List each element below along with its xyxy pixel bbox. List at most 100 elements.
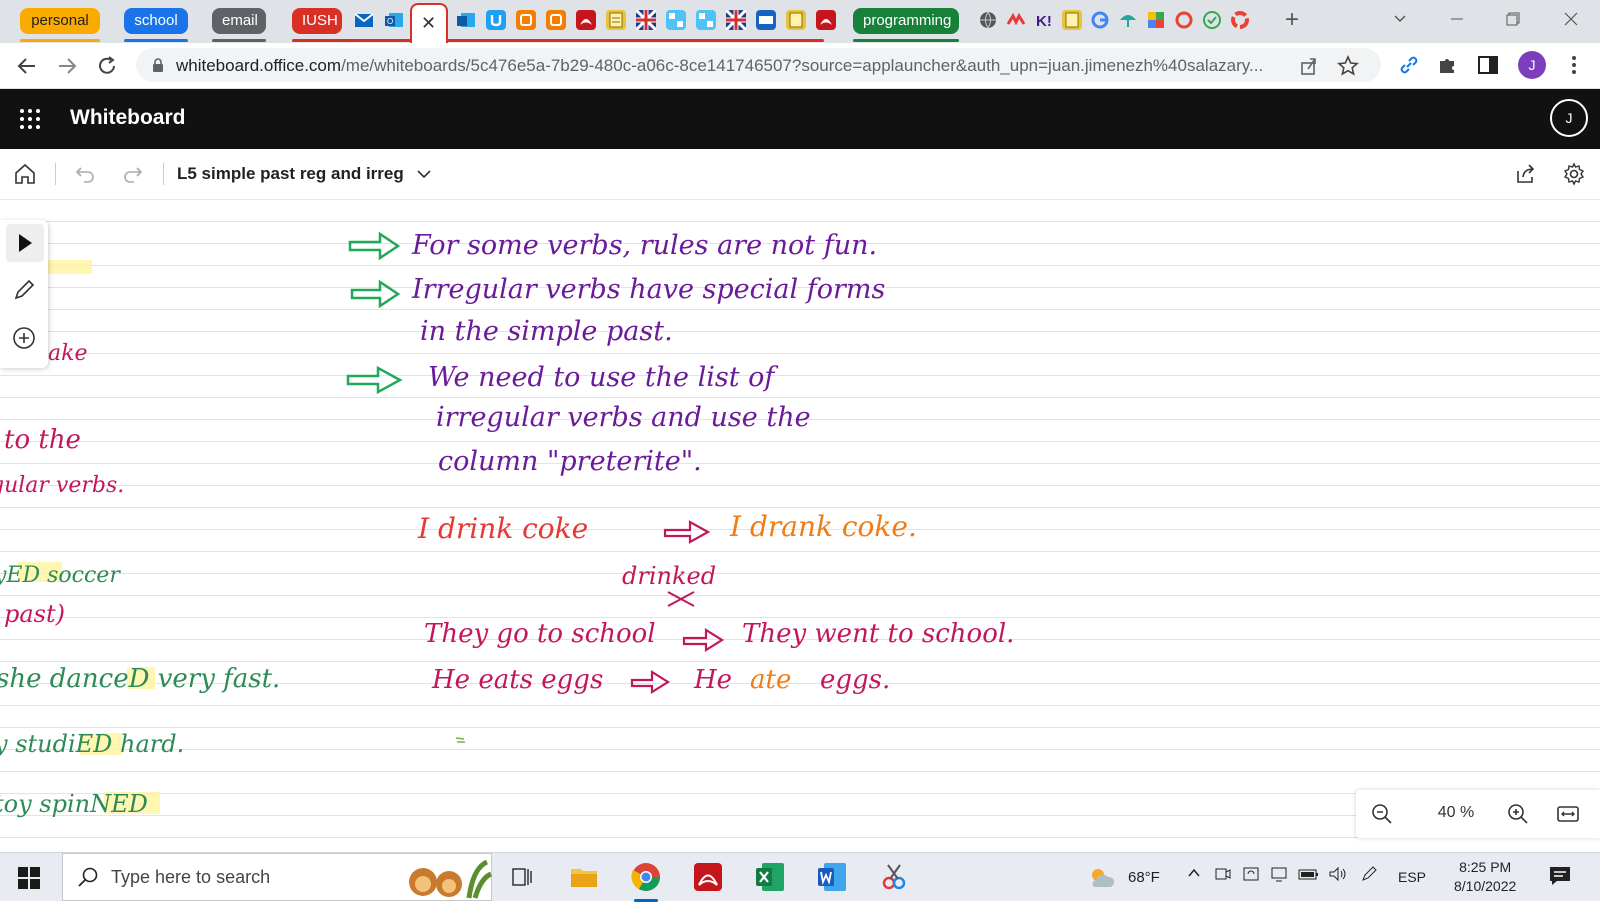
tab-favicon-outlook-icon[interactable]: O [384, 10, 404, 30]
ink-line-4: We need to use the list of [428, 362, 778, 393]
ink-left-line-4: yED soccer [0, 563, 121, 588]
tab-favicon-grid-icon[interactable] [666, 10, 686, 30]
tab-favicon-classroom-icon[interactable] [1146, 10, 1166, 30]
bookmark-star-icon[interactable] [1337, 55, 1359, 77]
tab-group-school[interactable]: school [124, 8, 188, 34]
redo-icon[interactable] [121, 162, 145, 186]
extensions-puzzle-icon[interactable] [1436, 53, 1460, 77]
lock-icon[interactable] [150, 57, 166, 73]
taskbar-search[interactable]: Type here to search [62, 853, 493, 901]
side-panel-icon[interactable] [1476, 53, 1500, 77]
clock[interactable]: 8:25 PM 8/10/2022 [1454, 858, 1516, 896]
ink-left-line-7: y studiED hard. [0, 730, 184, 758]
zoom-level[interactable]: 40 % [1426, 804, 1486, 822]
snipping-tool-icon[interactable] [878, 861, 910, 893]
share-icon[interactable] [1298, 55, 1320, 77]
sync-icon[interactable] [1242, 865, 1260, 887]
app-header: Whiteboard J [0, 89, 1600, 149]
zoom-in-icon[interactable] [1506, 802, 1530, 826]
tab-search-icon[interactable] [1385, 8, 1415, 32]
tab-favicon-notes-icon[interactable] [786, 10, 806, 30]
zoom-out-icon[interactable] [1370, 802, 1394, 826]
weather-icon[interactable] [1086, 863, 1116, 891]
volume-icon[interactable] [1328, 865, 1348, 887]
profile-avatar[interactable]: J [1518, 51, 1546, 79]
tab-favicon-uk-flag-icon[interactable] [726, 10, 746, 30]
pen-input-icon[interactable] [1360, 865, 1378, 887]
address-bar[interactable]: whiteboard.office.com/me/whiteboards/5c4… [136, 48, 1381, 82]
chrome-menu-icon[interactable] [1562, 53, 1586, 77]
tab-favicon-e4u-icon[interactable] [756, 10, 776, 30]
add-content-tool[interactable] [10, 324, 38, 352]
tab-favicon-blogger-icon[interactable] [546, 10, 566, 30]
tab-favicon-uk-flag-icon[interactable] [636, 10, 656, 30]
board-title[interactable]: L5 simple past reg and irreg [177, 164, 404, 184]
tab-favicon-blogger-icon[interactable] [516, 10, 536, 30]
pen-tool[interactable] [10, 276, 38, 304]
svg-text:K!: K! [1036, 13, 1052, 30]
excel-icon[interactable] [754, 861, 786, 893]
tab-favicon-u-icon[interactable] [486, 10, 506, 30]
close-icon[interactable]: ✕ [421, 13, 436, 34]
forward-icon[interactable] [54, 53, 80, 79]
tab-favicon-outlook-icon[interactable] [456, 10, 476, 30]
weather-temperature[interactable]: 68°F [1128, 869, 1160, 886]
tab-group-programming[interactable]: programming [853, 8, 959, 34]
app-launcher-icon[interactable] [18, 107, 42, 131]
ink-example-2-left: They go to school [424, 619, 656, 649]
new-tab-button[interactable]: + [1277, 8, 1307, 32]
settings-gear-icon[interactable] [1562, 162, 1586, 186]
task-view-icon[interactable] [506, 861, 538, 893]
url-text[interactable]: whiteboard.office.com/me/whiteboards/5c4… [176, 56, 1286, 76]
tab-favicon-google-icon[interactable] [1090, 10, 1110, 30]
windows-start-icon[interactable] [18, 867, 40, 889]
chevron-down-icon[interactable] [412, 162, 436, 186]
word-icon[interactable] [816, 861, 848, 893]
ink-line-6: column "preterite". [438, 446, 702, 477]
notifications-icon[interactable] [1548, 865, 1572, 891]
tab-group-personal[interactable]: personal [20, 8, 100, 34]
tab-group-iush[interactable]: IUSH [292, 8, 342, 34]
chrome-taskbar-icon[interactable] [630, 861, 662, 902]
tab-favicon-grid-icon[interactable] [696, 10, 716, 30]
meet-icon[interactable] [1214, 865, 1232, 887]
display-icon[interactable] [1270, 865, 1288, 887]
undo-icon[interactable] [73, 162, 97, 186]
tab-group-email[interactable]: email [212, 8, 266, 34]
ink-example-1-right: I drank coke. [729, 510, 917, 543]
close-window-icon[interactable] [1556, 8, 1586, 32]
browser-tab-strip: personal school email IUSH O ✕ programmi… [0, 0, 1600, 43]
reload-icon[interactable] [94, 53, 120, 79]
file-explorer-icon[interactable] [568, 861, 600, 893]
fit-to-screen-icon[interactable] [1556, 802, 1580, 826]
tab-favicon-wave-icon[interactable] [1006, 10, 1026, 30]
select-tool[interactable] [6, 224, 44, 262]
share-icon[interactable] [1514, 162, 1538, 186]
app-title[interactable]: Whiteboard [70, 106, 186, 130]
link-extension-icon[interactable] [1397, 53, 1421, 77]
tab-favicon-globe-icon[interactable] [978, 10, 998, 30]
tab-favicon-pdf-icon[interactable] [576, 10, 596, 30]
back-icon[interactable] [14, 53, 40, 79]
home-icon[interactable] [13, 162, 37, 186]
tab-favicon-c-icon[interactable] [1230, 10, 1250, 30]
minimize-icon[interactable] [1442, 8, 1472, 32]
account-avatar[interactable]: J [1550, 99, 1588, 137]
battery-icon[interactable] [1298, 865, 1320, 887]
tab-active[interactable]: ✕ [410, 3, 448, 43]
tab-favicon-umbrella-icon[interactable] [1118, 10, 1138, 30]
restore-icon[interactable] [1498, 8, 1528, 32]
tab-favicon-google-icon[interactable] [1174, 10, 1194, 30]
tab-favicon-mail-icon[interactable] [354, 10, 374, 30]
tab-favicon-pdf-icon[interactable] [816, 10, 836, 30]
ink-line-3: in the simple past. [420, 316, 673, 347]
whiteboard-canvas[interactable]: ake to the gular verbs. yED soccer past)… [0, 200, 1600, 848]
chevron-up-icon[interactable] [1186, 865, 1202, 885]
input-language[interactable]: ESP [1398, 869, 1426, 885]
tab-favicon-notes-icon[interactable] [606, 10, 626, 30]
tab-favicon-check-icon[interactable] [1202, 10, 1222, 30]
tab-group-personal-underline [20, 39, 100, 42]
acrobat-icon[interactable] [692, 861, 724, 893]
tab-favicon-kahoot-icon[interactable]: K! [1034, 10, 1054, 30]
tab-favicon-notes-icon[interactable] [1062, 10, 1082, 30]
